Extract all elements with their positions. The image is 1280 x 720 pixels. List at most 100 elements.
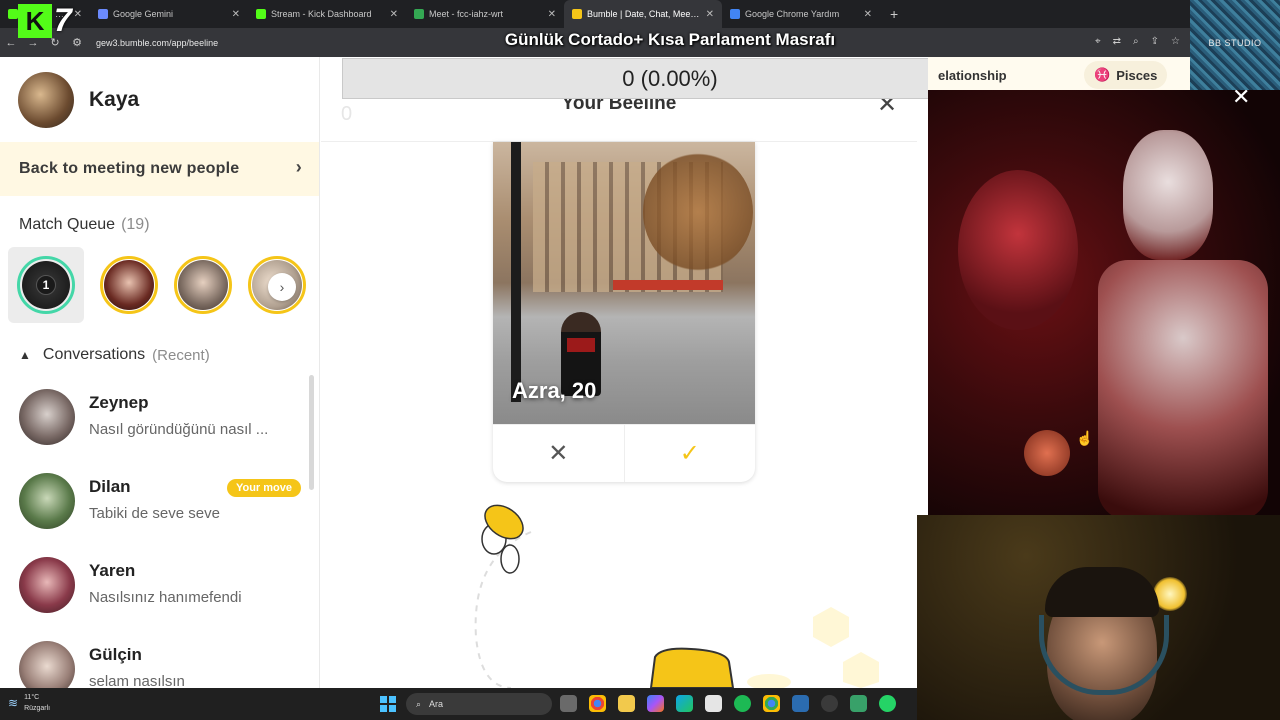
scrollbar[interactable] bbox=[309, 375, 314, 490]
beeline-profile-card[interactable]: Azra, 20 ✕ ✓ bbox=[493, 142, 755, 482]
weather-wind-icon: ≋ bbox=[8, 695, 19, 710]
tab-favicon-icon bbox=[256, 9, 266, 19]
match-queue-row: 1 bbox=[8, 247, 306, 323]
avatar bbox=[19, 473, 75, 529]
profile-photo[interactable]: Azra, 20 bbox=[493, 142, 755, 424]
new-tab-button[interactable]: + bbox=[880, 6, 908, 22]
windows-taskbar: ≋ 11°C Rüzgarlı ⌕ Ara bbox=[0, 688, 917, 720]
tab-favicon-icon bbox=[98, 9, 108, 19]
profile-name-age: Azra, 20 bbox=[512, 378, 597, 403]
zodiac-icon: ♓ bbox=[1094, 67, 1111, 82]
match-queue-item[interactable] bbox=[100, 256, 158, 314]
card-actions: ✕ ✓ bbox=[493, 424, 755, 482]
conversations-heading[interactable]: ▲ Conversations (Recent) bbox=[19, 346, 210, 364]
conversation-item[interactable]: Yaren Nasılsınız hanımefendi bbox=[19, 555, 309, 615]
forward-arrow-icon[interactable]: → bbox=[22, 37, 44, 49]
tab-favicon-icon bbox=[8, 9, 18, 19]
conversation-preview: Nasılsınız hanımefendi bbox=[89, 589, 242, 606]
weather-widget[interactable]: ≋ 11°C Rüzgarlı bbox=[8, 692, 50, 714]
conversation-name: Zeynep bbox=[89, 393, 149, 412]
profile-header[interactable]: Kaya bbox=[18, 72, 139, 128]
hand-cursor-icon: ☝ bbox=[1076, 430, 1094, 446]
taskbar-search[interactable]: ⌕ Ara bbox=[406, 693, 552, 715]
omnibox-actions: ⌖ ⇄ ⌕ ⇪ ☆ bbox=[1095, 36, 1180, 47]
copilot-icon[interactable] bbox=[647, 695, 664, 712]
webcam-overlay bbox=[917, 515, 1280, 720]
match-queue-heading: Match Queue (19) bbox=[19, 216, 150, 234]
taskbar-apps bbox=[560, 695, 896, 712]
address-bar[interactable]: gew3.bumble.com/app/beeline bbox=[96, 38, 218, 48]
chevron-up-icon[interactable]: ▲ bbox=[19, 348, 31, 362]
file-explorer-icon[interactable] bbox=[618, 695, 635, 712]
tab-favicon-icon bbox=[572, 9, 582, 19]
browser-tab[interactable]: Google Chrome Yardım ✕ bbox=[722, 0, 880, 28]
tab-close-icon[interactable]: ✕ bbox=[864, 9, 872, 20]
conversation-preview: Tabiki de seve seve bbox=[89, 505, 220, 522]
conversation-item[interactable]: Gülçin selam nasılsın bbox=[19, 639, 309, 688]
spotify-icon[interactable] bbox=[734, 695, 751, 712]
chevron-right-icon: › bbox=[295, 157, 302, 177]
conversations-filter[interactable]: (Recent) bbox=[152, 347, 210, 364]
whatsapp-icon[interactable] bbox=[879, 695, 896, 712]
match-queue-number: 1 bbox=[36, 275, 56, 295]
relationship-chip: elationship bbox=[938, 67, 1007, 83]
location-icon[interactable]: ⌖ bbox=[1095, 36, 1101, 47]
translate-icon[interactable]: ⇄ bbox=[1113, 36, 1121, 47]
conversations-label: Conversations bbox=[42, 346, 146, 363]
zoom-icon[interactable]: ⌕ bbox=[1133, 36, 1139, 47]
beeline-panel: 0 Your Beeline ✕ Azra, 20 ✕ ✓ bbox=[321, 57, 917, 688]
avatar bbox=[104, 260, 154, 310]
conversation-preview: Nasıl göründüğünü nasıl ... bbox=[89, 421, 269, 438]
back-to-meeting-button[interactable]: Back to meeting new people › bbox=[0, 142, 319, 196]
hive-icon bbox=[649, 647, 735, 688]
avatar bbox=[19, 557, 75, 613]
conversation-name: Dilan bbox=[89, 477, 131, 496]
k7-number: 7 bbox=[54, 2, 72, 38]
accept-button[interactable]: ✓ bbox=[625, 425, 756, 482]
profile-name: Kaya bbox=[89, 88, 140, 111]
browser-tab[interactable]: Google Gemini ✕ bbox=[90, 0, 248, 28]
tab-close-icon[interactable]: ✕ bbox=[706, 9, 714, 20]
tab-close-icon[interactable]: ✕ bbox=[390, 9, 398, 20]
back-arrow-icon[interactable]: ← bbox=[0, 37, 22, 49]
browser-tab-strip: Analiz : Hata Kavram✕ Google Gemini✕ Str… bbox=[0, 0, 1190, 28]
match-queue-next-button[interactable]: › bbox=[268, 273, 296, 301]
bee-illustration bbox=[474, 504, 879, 688]
avatar bbox=[178, 260, 228, 310]
chrome-icon[interactable] bbox=[589, 695, 606, 712]
browser-tab[interactable]: Meet - fcc-iahz-wrt ✕ bbox=[406, 0, 564, 28]
chrome-active-icon[interactable] bbox=[763, 695, 780, 712]
browser-tab[interactable]: Stream - Kick Dashboard ✕ bbox=[248, 0, 406, 28]
reject-button[interactable]: ✕ bbox=[493, 425, 625, 482]
close-icon: ✕ bbox=[548, 440, 569, 467]
share-icon[interactable]: ⇪ bbox=[1151, 36, 1159, 47]
match-queue-label: Match Queue bbox=[19, 216, 116, 233]
obs-icon[interactable] bbox=[821, 695, 838, 712]
sidebar: Kaya Back to meeting new people › Match … bbox=[0, 57, 320, 688]
edge-icon[interactable] bbox=[676, 695, 693, 712]
conversation-name: Yaren bbox=[89, 561, 136, 580]
bookmark-star-icon[interactable]: ☆ bbox=[1171, 36, 1180, 47]
stream-title-overlay: Günlük Cortado+ Kısa Parlament Masrafı bbox=[504, 30, 836, 49]
browser-tab-active[interactable]: Bumble | Date, Chat, Meet New✕ bbox=[564, 0, 722, 28]
app-icon[interactable] bbox=[792, 695, 809, 712]
tab-close-icon[interactable]: ✕ bbox=[232, 9, 240, 20]
task-view-icon[interactable] bbox=[560, 695, 577, 712]
windows-start-icon[interactable] bbox=[380, 696, 396, 712]
match-queue-item[interactable]: 1 bbox=[8, 247, 84, 323]
check-icon: ✓ bbox=[679, 440, 700, 467]
conversation-item[interactable]: Zeynep Nasıl göründüğünü nasıl ... bbox=[19, 387, 309, 447]
tab-close-icon[interactable]: ✕ bbox=[548, 9, 556, 20]
store-icon[interactable] bbox=[705, 695, 722, 712]
conversation-item[interactable]: Dilan Tabiki de seve seve Your move bbox=[19, 471, 309, 531]
tab-favicon-icon bbox=[414, 9, 424, 19]
app-icon[interactable] bbox=[850, 695, 867, 712]
weather-temperature: 11°C bbox=[24, 694, 40, 701]
back-banner-label: Back to meeting new people bbox=[19, 160, 240, 177]
match-queue-count: (19) bbox=[121, 216, 150, 233]
match-queue-item[interactable] bbox=[174, 256, 232, 314]
studio-logo: BB STUDIO bbox=[1190, 0, 1280, 90]
search-placeholder: Ara bbox=[429, 699, 444, 709]
avatar[interactable] bbox=[18, 72, 74, 128]
conversation-name: Gülçin bbox=[89, 645, 142, 664]
